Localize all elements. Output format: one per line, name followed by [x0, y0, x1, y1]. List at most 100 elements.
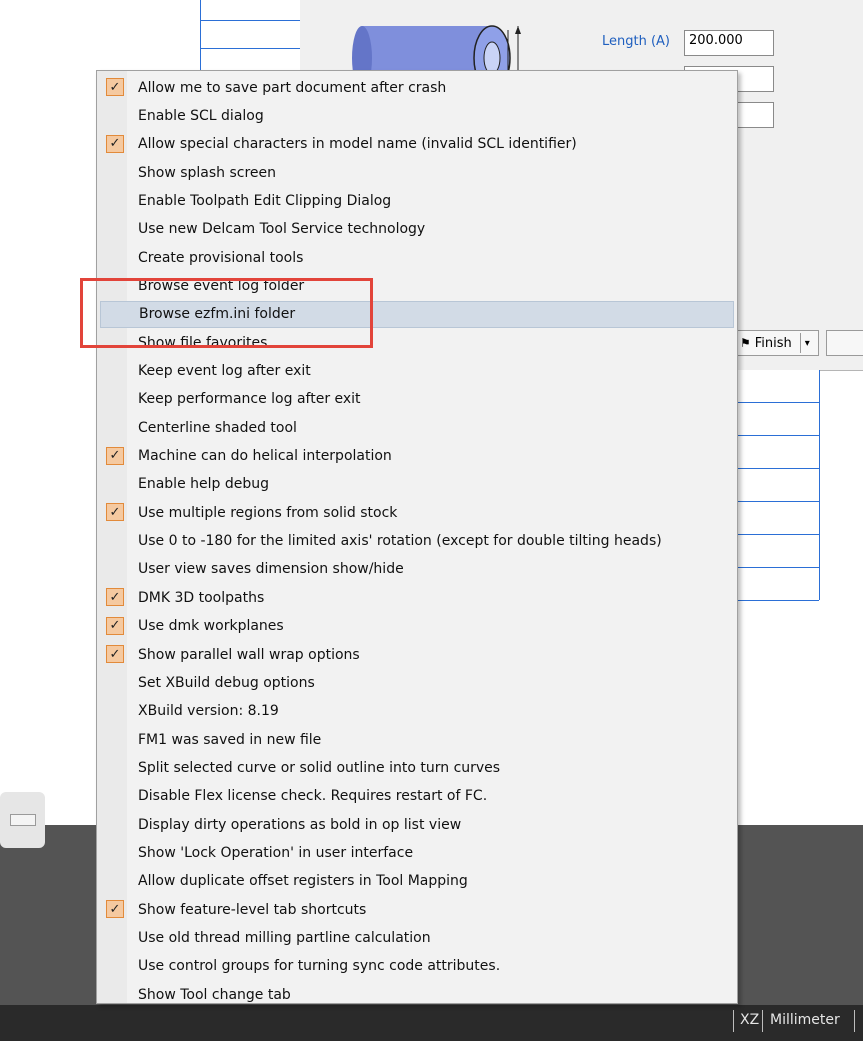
units-indicator[interactable]: Millimeter [770, 1012, 840, 1028]
checkered-flag-icon: ⚑ [740, 336, 751, 350]
grid-row[interactable] [735, 502, 819, 535]
tree-grid-line [200, 0, 201, 80]
menu-item-label: Allow duplicate offset registers in Tool… [138, 873, 468, 890]
menu-item[interactable]: Show 'Lock Operation' in user interface [100, 839, 734, 866]
status-separator [854, 1010, 855, 1032]
menu-item[interactable]: ✓ DMK 3D toolpaths [100, 584, 734, 611]
menu-item-label: Show parallel wall wrap options [138, 646, 360, 663]
tree-grid-line [200, 20, 300, 21]
menu-item[interactable]: XBuild version: 8.19 [100, 698, 734, 725]
menu-item-label: Enable SCL dialog [138, 107, 264, 124]
menu-item-label: Set XBuild debug options [138, 674, 315, 691]
grid-row[interactable] [735, 403, 819, 436]
menu-item-label: Centerline shaded tool [138, 419, 297, 436]
menu-item-label: XBuild version: 8.19 [138, 703, 279, 720]
menu-item-label: Use multiple regions from solid stock [138, 504, 398, 521]
menu-item[interactable]: Use old thread milling partline calculat… [100, 925, 734, 952]
split-separator [799, 333, 801, 353]
grid-row[interactable] [735, 469, 819, 502]
debug-options-menu: ✓ Allow me to save part document after cr… [96, 70, 738, 1004]
finish-label: Finish [754, 335, 792, 351]
grid-row[interactable] [735, 436, 819, 469]
checkmark-icon: ✓ [106, 446, 124, 465]
checkmark-icon: ✓ [106, 645, 124, 663]
plane-indicator[interactable]: XZ [740, 1012, 759, 1028]
menu-item-label: Allow special characters in model name (… [138, 136, 577, 153]
checkmark-icon: ✓ [106, 134, 124, 153]
menu-item[interactable]: ✓ Machine can do helical interpolation [100, 443, 734, 470]
finish-button[interactable]: ⚑ Finish ▾ [735, 330, 819, 356]
menu-item-label: Use new Delcam Tool Service technology [138, 221, 426, 238]
menu-item[interactable]: ✓ Show parallel wall wrap options [100, 641, 734, 668]
menu-item-label: Display dirty operations as bold in op l… [138, 816, 462, 833]
menu-item-label: Disable Flex license check. Requires res… [138, 788, 488, 805]
menu-item-highlighted[interactable]: Browse ezfm.ini folder [100, 300, 734, 328]
menu-item-label: Show 'Lock Operation' in user interface [138, 844, 414, 861]
menu-item[interactable]: Browse event log folder [100, 272, 734, 299]
menu-item-label: Machine can do helical interpolation [138, 448, 392, 465]
menu-item-label: User view saves dimension show/hide [138, 561, 404, 578]
menu-item-label: Keep performance log after exit [138, 391, 361, 408]
menu-item-label: Use control groups for turning sync code… [138, 958, 501, 975]
side-panel-button[interactable] [0, 792, 45, 848]
menu-item[interactable]: Set XBuild debug options [100, 669, 734, 696]
menu-item-label: Browse event log folder [138, 277, 305, 294]
menu-item[interactable]: Split selected curve or solid outline in… [100, 754, 734, 781]
length-label: Length (A) [602, 34, 671, 49]
status-separator [762, 1010, 763, 1032]
menu-item-label: Show file favorites [138, 334, 268, 351]
checkmark-icon: ✓ [106, 78, 124, 96]
menu-item[interactable]: Create provisional tools [100, 244, 734, 271]
menu-item-label: Show feature-level tab shortcuts [138, 901, 367, 918]
checkmark-icon: ✓ [106, 900, 124, 919]
menu-item[interactable]: Use control groups for turning sync code… [100, 953, 734, 980]
menu-item[interactable]: Disable Flex license check. Requires res… [100, 783, 734, 810]
menu-item-label: Use dmk workplanes [138, 618, 284, 635]
menu-item[interactable]: Display dirty operations as bold in op l… [100, 811, 734, 838]
checkmark-icon: ✓ [106, 503, 124, 522]
status-separator [733, 1010, 734, 1032]
checkmark-icon: ✓ [106, 616, 124, 635]
menu-item[interactable]: Centerline shaded tool [100, 414, 734, 441]
menu-item[interactable]: ✓ Use multiple regions from solid stock [100, 499, 734, 526]
grid-row[interactable] [735, 568, 819, 601]
menu-item-label: Keep event log after exit [138, 363, 311, 379]
checkmark-icon: ✓ [106, 588, 124, 607]
menu-item[interactable]: Enable Toolpath Edit Clipping Dialog [100, 187, 734, 214]
menu-item-label: Show Tool change tab [138, 986, 291, 1003]
menu-item[interactable]: FM1 was saved in new file [100, 726, 734, 753]
menu-item[interactable]: User view saves dimension show/hide [100, 556, 734, 583]
menu-item-label: Create provisional tools [138, 249, 304, 266]
length-field[interactable]: 200.000 [684, 30, 774, 56]
menu-item[interactable]: Allow duplicate offset registers in Tool… [100, 868, 734, 895]
menu-item[interactable]: Use 0 to -180 for the limited axis' rota… [100, 528, 734, 555]
menu-item-label: Browse ezfm.ini folder [139, 306, 296, 323]
menu-item[interactable]: ✓ Allow special characters in model name … [100, 131, 734, 158]
menu-item-label: Split selected curve or solid outline in… [138, 759, 501, 776]
menu-item-label: Use old thread milling partline calculat… [138, 930, 431, 946]
menu-item[interactable]: Enable help debug [100, 471, 734, 498]
tree-grid-line [200, 48, 300, 49]
menu-item-label: Use 0 to -180 for the limited axis' rota… [138, 533, 662, 550]
menu-item[interactable]: ✓ Allow me to save part document after cr… [100, 74, 734, 101]
grid-row[interactable] [735, 370, 819, 403]
menu-item-label: Show splash screen [138, 164, 277, 181]
menu-item-label: Enable help debug [138, 476, 269, 493]
menu-item[interactable]: Show splash screen [100, 159, 734, 186]
menu-item[interactable]: ✓ Use dmk workplanes [100, 613, 734, 640]
menu-item[interactable]: Show Tool change tab [100, 981, 734, 1008]
grid-row[interactable] [735, 535, 819, 568]
menu-item[interactable]: ✓ Show feature-level tab shortcuts [100, 896, 734, 923]
menu-item[interactable]: Keep performance log after exit [100, 386, 734, 413]
cancel-button[interactable] [826, 330, 863, 356]
menu-item[interactable]: Keep event log after exit [100, 358, 734, 385]
menu-item[interactable]: Enable SCL dialog [100, 102, 734, 129]
menu-item-label: Enable Toolpath Edit Clipping Dialog [138, 192, 392, 209]
operation-grid [735, 370, 820, 601]
menu-item[interactable]: Show file favorites [100, 329, 734, 356]
menu-item-label: FM1 was saved in new file [138, 731, 322, 748]
menu-item-label: Allow me to save part document after cra… [138, 79, 447, 96]
chevron-down-icon[interactable]: ▾ [805, 338, 810, 349]
menu-item-label: DMK 3D toolpaths [138, 589, 265, 606]
menu-item[interactable]: Use new Delcam Tool Service technology [100, 216, 734, 243]
